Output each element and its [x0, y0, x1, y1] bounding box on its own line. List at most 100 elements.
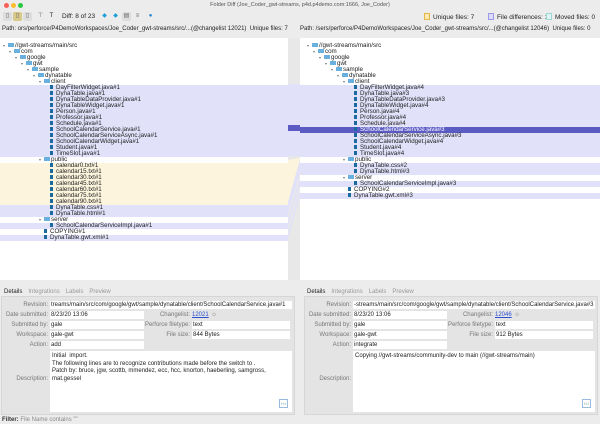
spellcheck-icon[interactable]: H:I — [581, 398, 591, 408]
file-icon — [44, 229, 47, 233]
filter-value[interactable]: File Name contains "" — [20, 417, 77, 423]
file-icon — [354, 139, 357, 143]
folder-icon — [14, 49, 20, 53]
filetype-field[interactable]: text — [192, 321, 290, 329]
file-icon — [50, 205, 53, 209]
show-unique-files-icon[interactable]: ▯ — [13, 12, 22, 21]
changelist-details-icon[interactable]: ⊙ — [515, 311, 519, 319]
tab-preview[interactable]: Preview — [86, 288, 113, 296]
changelist-details-icon[interactable]: ⊙ — [212, 311, 216, 319]
description-field[interactable]: Copying //gwt-streams/community-dev to m… — [353, 351, 595, 412]
file-icon — [50, 187, 53, 191]
tree-file[interactable]: DynaTable.gwt.xml#1 — [0, 234, 288, 241]
submitted-by-field[interactable]: gale — [50, 321, 144, 329]
next-diff-icon[interactable]: ◆ — [111, 12, 120, 21]
folder-icon — [342, 73, 348, 77]
filter-icon[interactable]: ⊤ — [36, 12, 45, 21]
spellcheck-icon[interactable]: H:I — [278, 398, 288, 408]
submitted-by-label: Submitted by: — [11, 322, 48, 328]
date-field[interactable]: 8/23/20 13:06 — [50, 311, 144, 319]
date-label: Date submitted: — [308, 312, 351, 318]
changelist-link[interactable]: 12021 — [192, 311, 209, 319]
left-file-tree[interactable]: ▾//gwt-streams/main/src ▾ com ▾ google ▾ gwt ▾ s… — [0, 38, 288, 280]
file-icon — [50, 199, 53, 203]
file-icon — [354, 127, 357, 131]
show-differences-icon[interactable]: ▯ — [23, 12, 32, 21]
workspace-field[interactable]: gale-gwt — [353, 331, 447, 339]
file-icon — [348, 193, 351, 197]
file-icon — [354, 151, 357, 155]
tab-preview[interactable]: Preview — [389, 288, 416, 296]
changelist-link[interactable]: 12046 — [495, 311, 512, 319]
show-all-files-icon[interactable]: ▯ — [3, 12, 12, 21]
revision-label: Revision: — [23, 302, 48, 308]
file-icon — [50, 133, 53, 137]
revision-label: Revision: — [326, 302, 351, 308]
right-file-tree[interactable]: ▾//gwt-streams/main/src ▾ com ▾ google ▾ gwt ▾ s… — [300, 38, 600, 280]
file-icon — [50, 175, 53, 179]
action-field[interactable]: add — [50, 341, 144, 349]
file-icon — [354, 163, 357, 167]
folder-icon — [32, 67, 38, 71]
help-icon[interactable]: ● — [146, 12, 155, 21]
tab-labels[interactable]: Labels — [63, 288, 87, 296]
file-icon — [44, 235, 47, 239]
collapse-tree-icon[interactable]: ≡ — [133, 12, 142, 21]
file-icon — [354, 133, 357, 137]
minimize-window-button[interactable] — [11, 3, 16, 8]
file-icon — [354, 145, 357, 149]
revision-field[interactable]: treams/main/src/com/google/gwt/sample/dy… — [50, 301, 292, 309]
close-window-button[interactable] — [4, 3, 9, 8]
filter-bar[interactable]: Filter: File Name contains "" — [2, 417, 78, 424]
toolbar: ▯ ▯ ▯ ⊤ T Diff: 8 of 23 ◆ ◆ ▤ ≡ ● Unique… — [0, 11, 600, 23]
file-icon — [354, 121, 357, 125]
tree-file[interactable]: DynaTable.gwt.xml#3 — [300, 192, 600, 199]
submitted-by-field[interactable]: gale — [353, 321, 447, 329]
action-label: Action: — [332, 342, 351, 348]
legend-moved-files: Moved files: 0 — [546, 13, 595, 22]
description-field[interactable]: Initial import. The following lines are … — [50, 351, 292, 412]
folder-icon — [348, 79, 354, 83]
tab-integrations[interactable]: Integrations — [25, 288, 62, 296]
changelist-label: Changelist: — [159, 312, 190, 318]
details-form: Revision: -streams/main/src/com/google/g… — [304, 296, 598, 415]
filesize-field[interactable]: 912 Bytes — [495, 331, 593, 339]
file-icon — [50, 115, 53, 119]
folder-icon — [44, 157, 50, 161]
filesize-field[interactable]: 844 Bytes — [192, 331, 290, 339]
unique-swatch-icon — [424, 13, 430, 20]
folder-icon — [312, 43, 318, 47]
expand-tree-icon[interactable]: ▤ — [122, 12, 131, 21]
diff-connectors — [288, 84, 300, 238]
date-label: Date submitted: — [5, 312, 48, 318]
file-icon — [354, 91, 357, 95]
filetype-label: Perforce filetype: — [447, 322, 493, 328]
folder-icon — [330, 61, 336, 65]
changelist-label: Changelist: — [462, 312, 493, 318]
tab-integrations[interactable]: Integrations — [328, 288, 365, 296]
folder-icon — [324, 55, 330, 59]
action-field[interactable]: integrate — [353, 341, 447, 349]
filter-options-icon[interactable]: T — [47, 12, 56, 21]
workspace-field[interactable]: gale-gwt — [50, 331, 144, 339]
tab-labels[interactable]: Labels — [366, 288, 390, 296]
revision-field[interactable]: -streams/main/src/com/google/gwt/sample/… — [353, 301, 595, 309]
title-bar: Folder Diff (Joe_Coder_gwt-streams, p4d.… — [0, 0, 600, 10]
zoom-window-button[interactable] — [18, 3, 23, 8]
folder-icon — [44, 217, 50, 221]
file-icon — [50, 91, 53, 95]
folder-icon — [336, 67, 342, 71]
action-label: Action: — [29, 342, 48, 348]
file-icon — [50, 85, 53, 89]
window-title: Folder Diff (Joe_Coder_gwt-streams, p4d.… — [210, 2, 390, 8]
legend-file-differences: File differences: 16 — [488, 13, 552, 22]
folder-icon — [26, 61, 32, 65]
diff-connector-gutter — [288, 38, 300, 280]
folder-icon — [20, 55, 26, 59]
tree-item-label: DynaTable.gwt.xml#3 — [354, 192, 413, 199]
details-tabs: Details Integrations Labels Preview — [1, 288, 114, 297]
connector-selected — [288, 125, 300, 131]
date-field[interactable]: 8/23/20 13:06 — [353, 311, 447, 319]
previous-diff-icon[interactable]: ◆ — [100, 12, 109, 21]
filetype-field[interactable]: text — [495, 321, 593, 329]
